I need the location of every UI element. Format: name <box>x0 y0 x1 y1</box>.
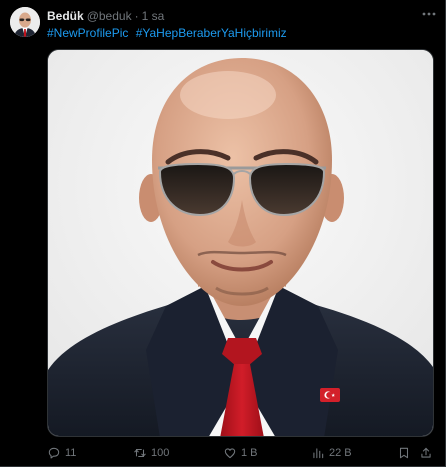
repost-count: 100 <box>151 447 170 459</box>
avatar[interactable] <box>10 7 40 37</box>
view-count: 22 B <box>329 447 352 459</box>
views-icon <box>313 448 324 459</box>
bookmark-button[interactable] <box>397 446 411 460</box>
hashtag-link[interactable]: #YaHepBeraberYaHiçbirimiz <box>136 26 287 40</box>
author-name[interactable]: Bedük <box>47 9 84 23</box>
tweet-text: #NewProfilePic #YaHepBeraberYaHiçbirimiz <box>47 26 287 40</box>
tweet-photo[interactable] <box>47 49 434 437</box>
reply-count: 11 <box>65 447 77 459</box>
timestamp[interactable]: 1 sa <box>142 9 165 23</box>
like-count: 1 B <box>241 447 258 459</box>
reply-button[interactable]: 11 <box>47 446 76 460</box>
share-button[interactable] <box>419 446 433 460</box>
bookmark-icon <box>399 447 409 459</box>
reply-icon <box>48 447 60 459</box>
share-icon <box>421 447 431 458</box>
portrait-image <box>48 50 433 436</box>
separator-dot: · <box>134 9 139 23</box>
like-button[interactable]: 1 B <box>223 446 258 460</box>
like-icon <box>224 448 236 459</box>
hashtag-link[interactable]: #NewProfilePic <box>47 26 128 40</box>
tweet-header: Bedük @beduk · 1 sa <box>47 9 164 23</box>
author-handle[interactable]: @beduk <box>87 9 132 23</box>
repost-icon <box>134 448 146 458</box>
tweet[interactable]: Bedük @beduk · 1 sa #NewProfilePic #YaHe… <box>0 0 446 467</box>
repost-button[interactable]: 100 <box>133 446 169 460</box>
views-button[interactable]: 22 B <box>311 446 352 460</box>
more-dots-icon[interactable] <box>421 6 437 25</box>
tweet-actions: 11 100 1 B 22 B <box>47 443 434 463</box>
